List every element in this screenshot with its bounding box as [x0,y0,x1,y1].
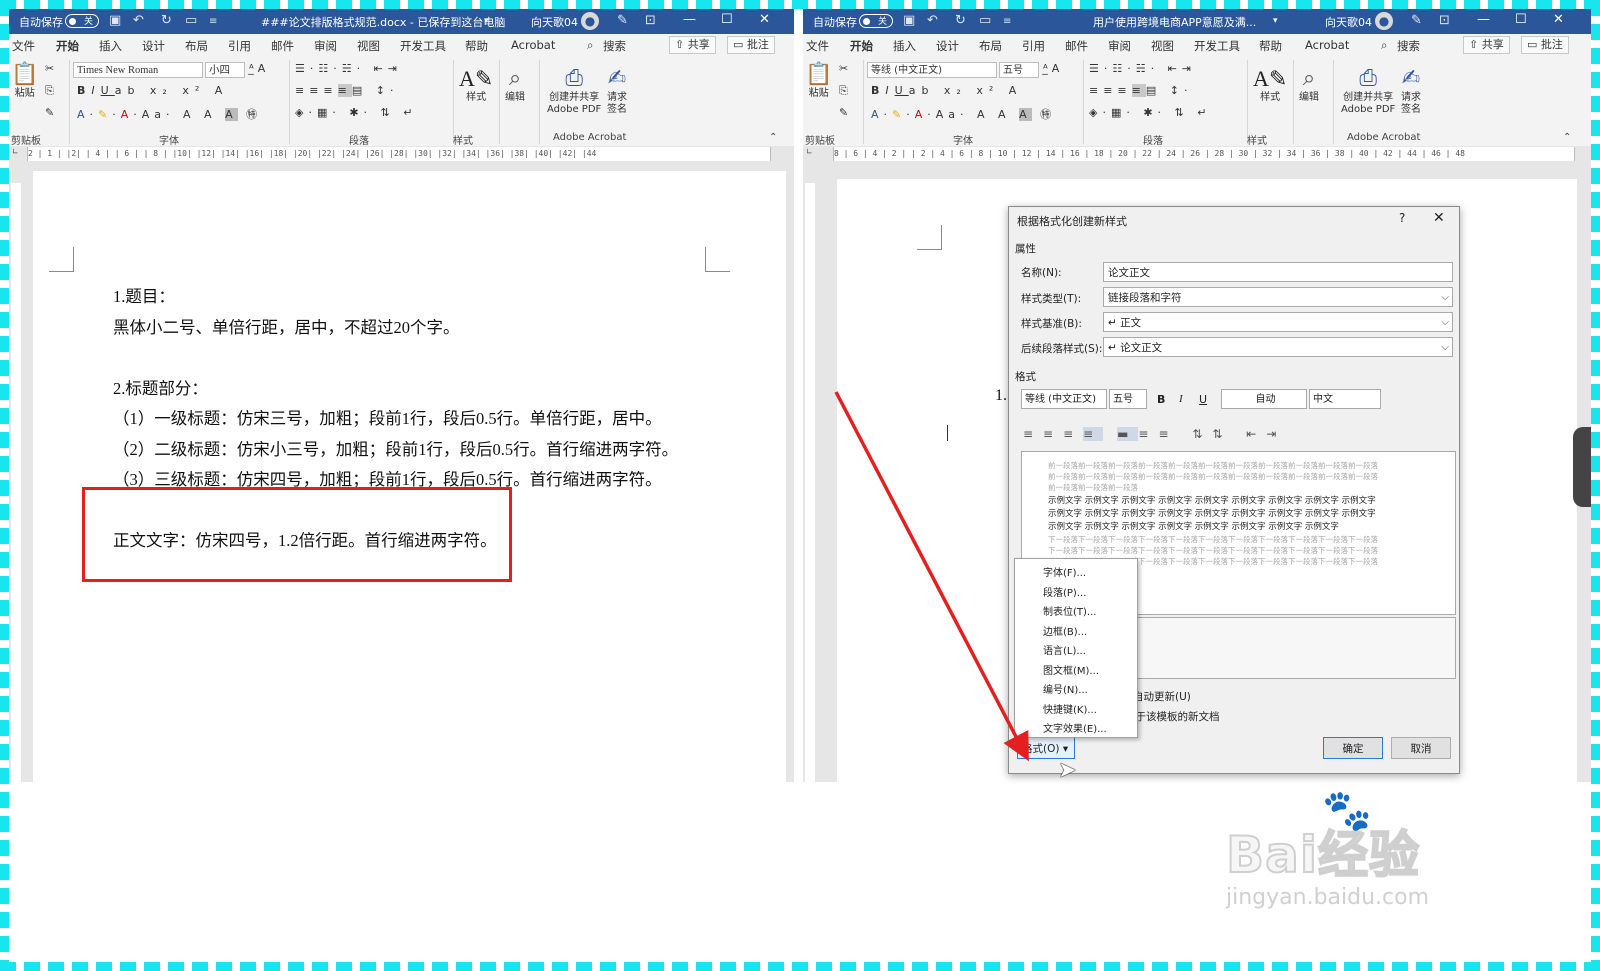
frame-border-left [0,0,9,971]
frame-border-top [0,0,1600,9]
mouse-cursor-icon: ➤ [1058,758,1077,783]
frame-border-bottom [0,962,1600,971]
frame-border-right [1591,0,1600,971]
arrow-line [834,391,1029,762]
annotation-arrow [834,391,1029,762]
